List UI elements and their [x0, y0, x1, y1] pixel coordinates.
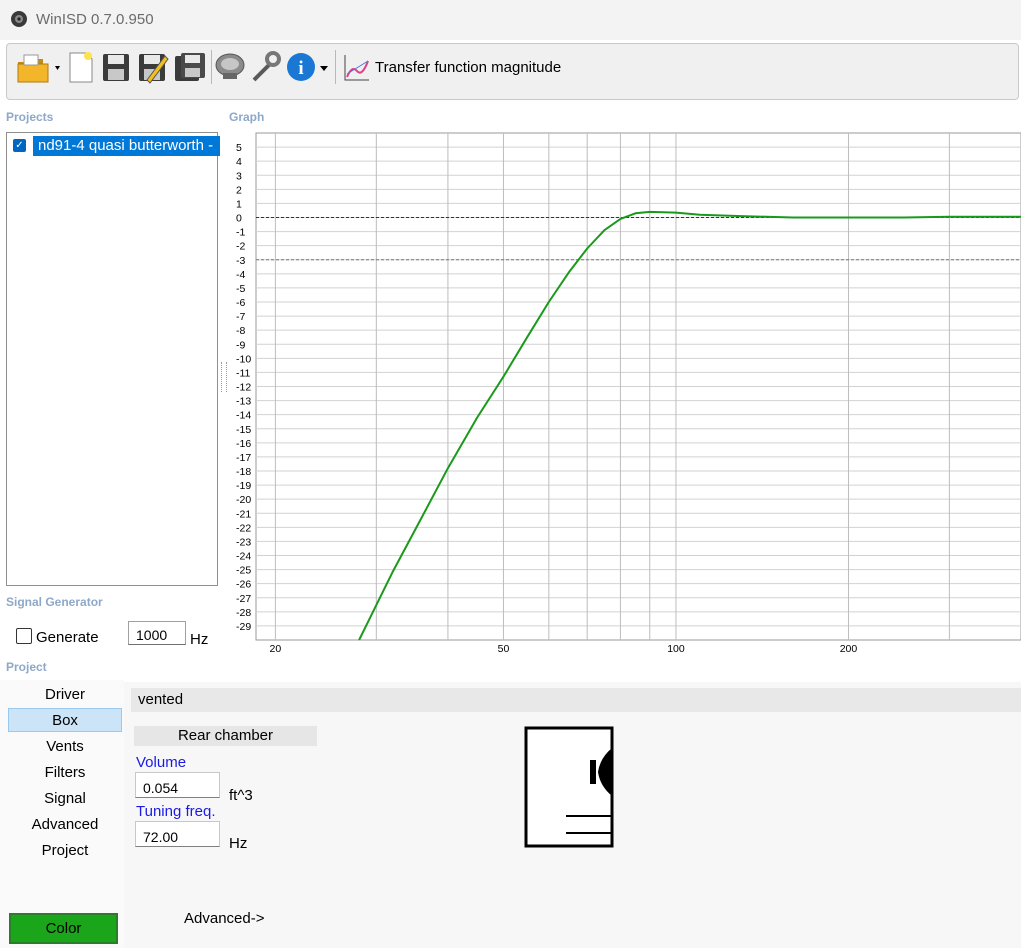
x-tick-label: 200	[840, 643, 858, 655]
project-nav: Driver Box Vents Filters Signal Advanced…	[0, 680, 124, 948]
frequency-input[interactable]	[128, 621, 186, 645]
new-project-icon[interactable]	[67, 50, 95, 84]
y-tick-label: -26	[236, 579, 251, 591]
y-tick-label: -11	[236, 367, 251, 379]
frequency-unit: Hz	[190, 631, 209, 648]
y-tick-label: -28	[236, 607, 251, 619]
box-type-dropdown[interactable]: vented	[131, 688, 1021, 712]
nav-box[interactable]: Box	[8, 708, 122, 732]
vented-box-diagram	[524, 726, 614, 848]
projects-list: ✓ nd91-4 quasi butterworth -	[6, 132, 220, 586]
transfer-function-graph[interactable]: 5 4 3 2 1 0 -1 -2 -3 -4 -5 -6 -7 -8 -9 -10 -11 -12 -13 -14 -…	[222, 130, 1021, 660]
y-tick-label: -15	[236, 424, 251, 436]
tuning-freq-input[interactable]	[135, 821, 220, 847]
x-tick-label: 20	[270, 643, 282, 655]
y-tick-label: -19	[236, 480, 251, 492]
nav-advanced[interactable]: Advanced	[8, 813, 122, 837]
y-tick-label: -29	[236, 621, 251, 633]
open-folder-icon[interactable]	[15, 50, 63, 84]
graph-type-dropdown[interactable]: Transfer function magnitude	[375, 59, 561, 76]
volume-unit: ft^3	[229, 787, 253, 804]
color-button[interactable]: Color	[9, 913, 118, 944]
y-tick-label: 4	[236, 156, 242, 168]
y-tick-label: -12	[236, 382, 251, 394]
nav-signal[interactable]: Signal	[8, 787, 122, 811]
y-tick-label: 2	[236, 184, 242, 196]
y-tick-label: -1	[236, 227, 245, 239]
rear-chamber-header: Rear chamber	[134, 726, 317, 746]
signal-generator-header: Signal Generator	[6, 595, 103, 609]
graph-header: Graph	[229, 110, 265, 124]
nav-filters[interactable]: Filters	[8, 761, 122, 785]
generate-checkbox[interactable]	[16, 628, 32, 644]
nav-vents[interactable]: Vents	[8, 735, 122, 759]
window-title: WinISD 0.7.0.950	[36, 11, 154, 28]
save-all-icon[interactable]	[173, 50, 207, 84]
x-tick-label: 100	[667, 643, 685, 655]
speaker-icon	[11, 11, 27, 27]
y-tick-label: 1	[236, 198, 242, 210]
y-tick-label: -4	[236, 269, 245, 281]
y-tick-label: -16	[236, 438, 251, 450]
y-tick-label: -23	[236, 536, 251, 548]
projects-header: Projects	[6, 110, 54, 124]
y-tick-label: -6	[236, 297, 245, 309]
y-tick-label: -17	[236, 452, 251, 464]
save-icon[interactable]	[101, 50, 131, 84]
y-tick-label: -14	[236, 410, 251, 422]
tools-wrench-icon[interactable]	[250, 50, 282, 84]
generate-label: Generate	[36, 629, 99, 646]
advanced-link[interactable]: Advanced->	[184, 910, 264, 927]
toolbar-separator	[335, 50, 336, 84]
y-tick-label: -18	[236, 466, 251, 478]
svg-text:i: i	[298, 58, 303, 79]
project-checkbox[interactable]: ✓	[13, 139, 26, 152]
project-name[interactable]: nd91-4 quasi butterworth -	[33, 136, 220, 156]
toolbar: i Transfer function magnitude	[6, 43, 1019, 100]
save-as-icon[interactable]	[137, 50, 169, 84]
y-tick-label: -24	[236, 551, 251, 563]
y-tick-label: -8	[236, 325, 245, 337]
y-tick-label: -2	[236, 241, 245, 253]
toolbar-separator	[211, 50, 212, 84]
info-icon[interactable]: i	[286, 50, 332, 84]
tuning-freq-unit: Hz	[229, 835, 248, 852]
y-tick-label: -5	[236, 283, 245, 295]
nav-project[interactable]: Project	[8, 839, 122, 863]
y-tick-label: 0	[236, 213, 242, 225]
driver-icon[interactable]	[214, 50, 246, 84]
y-tick-label: -22	[236, 522, 251, 534]
y-tick-label: -25	[236, 565, 251, 577]
graph-icon[interactable]	[341, 50, 371, 84]
y-tick-label: -9	[236, 339, 245, 351]
tuning-freq-label: Tuning freq.	[136, 803, 216, 820]
x-tick-label: 50	[498, 643, 510, 655]
title-bar: WinISD 0.7.0.950	[0, 0, 1021, 40]
list-item[interactable]: ✓ nd91-4 quasi butterworth -	[11, 136, 220, 156]
y-tick-label: -20	[236, 494, 251, 506]
y-tick-label: -13	[236, 396, 251, 408]
y-tick-label: 3	[236, 170, 242, 182]
y-tick-label: -7	[236, 311, 245, 323]
volume-input[interactable]	[135, 772, 220, 798]
project-header: Project	[6, 660, 47, 674]
y-tick-label: -27	[236, 593, 251, 605]
y-tick-label: -10	[236, 353, 251, 365]
y-tick-label: -21	[236, 508, 251, 520]
y-tick-label: -3	[236, 255, 245, 267]
y-tick-label: 5	[236, 142, 242, 154]
nav-driver[interactable]: Driver	[8, 683, 122, 707]
volume-label: Volume	[136, 754, 187, 771]
